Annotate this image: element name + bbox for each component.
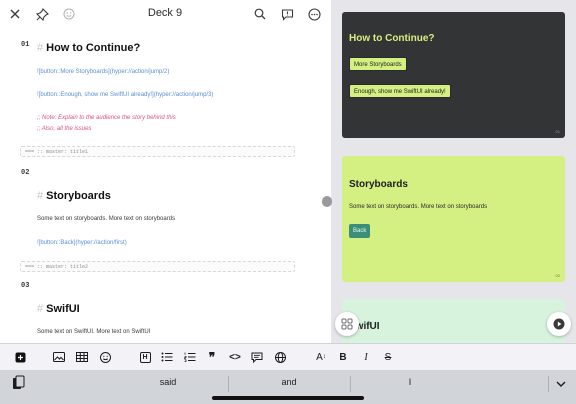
suggestion-separator bbox=[548, 376, 549, 392]
button-link[interactable]: ![button::Enough, show me SwiftUI alread… bbox=[37, 92, 213, 98]
slide-card-number: 01 bbox=[555, 129, 560, 134]
speech-bubble-icon[interactable] bbox=[278, 5, 296, 23]
heading-marker: # bbox=[37, 190, 44, 202]
more-storyboards-button[interactable]: More Storyboards bbox=[349, 57, 407, 71]
search-icon[interactable] bbox=[251, 5, 269, 23]
slide-card[interactable]: SwifUI bbox=[342, 299, 565, 343]
smiley-icon[interactable] bbox=[60, 5, 78, 23]
numbered-list-icon[interactable] bbox=[183, 350, 197, 364]
emoji-icon[interactable] bbox=[98, 350, 112, 364]
heading-glyph: H bbox=[139, 351, 151, 363]
slide-heading: # How to Continue? bbox=[37, 42, 140, 54]
master-directive: === :: master: title2 bbox=[20, 261, 295, 272]
slide-preview-pane: How to Continue? More Storyboards Enough… bbox=[341, 0, 576, 343]
split-drag-handle[interactable] bbox=[322, 196, 332, 207]
slide-heading-text: Storyboards bbox=[46, 190, 111, 202]
suggestion-item[interactable]: I bbox=[350, 377, 470, 391]
font-size-glyph: A bbox=[316, 351, 323, 363]
comment-icon[interactable] bbox=[250, 350, 264, 364]
pin-icon[interactable] bbox=[33, 5, 51, 23]
font-size-icon[interactable]: A ↕ bbox=[314, 350, 328, 364]
bullet-list-icon[interactable] bbox=[160, 350, 174, 364]
heading-marker: # bbox=[37, 42, 44, 54]
slide-heading-text: How to Continue? bbox=[46, 42, 141, 54]
back-button[interactable]: Back bbox=[349, 224, 371, 238]
heading-icon[interactable]: H bbox=[138, 350, 152, 364]
page-title: Deck 9 bbox=[147, 7, 183, 19]
master-directive: === :: master: title1 bbox=[20, 146, 295, 157]
slide-number: 01 bbox=[21, 41, 30, 49]
dismiss-keyboard-icon[interactable] bbox=[555, 377, 567, 389]
image-icon[interactable] bbox=[52, 350, 66, 364]
button-link[interactable]: ![button::Back](hyper://action/first) bbox=[37, 240, 127, 246]
button-link[interactable]: ![button::More Storyboards](hyper://acti… bbox=[37, 69, 169, 75]
globe-icon[interactable] bbox=[273, 350, 287, 364]
italic-icon[interactable]: I bbox=[359, 350, 373, 364]
suggestion-item[interactable]: and bbox=[229, 377, 349, 391]
heading-marker: # bbox=[37, 303, 44, 315]
paste-clipboard-icon[interactable] bbox=[12, 375, 26, 391]
code-icon[interactable]: <> bbox=[228, 350, 242, 364]
body-text: Some text on storyboards. More text on s… bbox=[37, 216, 176, 222]
slide-card-title: Storyboards bbox=[349, 179, 408, 190]
more-options-icon[interactable] bbox=[305, 5, 323, 23]
slide-heading: # SwifUI bbox=[37, 303, 80, 315]
play-icon[interactable] bbox=[547, 312, 571, 336]
comment-line: ;; Also, all the issues bbox=[37, 126, 92, 132]
slide-card[interactable]: How to Continue? More Storyboards Enough… bbox=[342, 12, 565, 138]
markdown-editor[interactable]: 01 # How to Continue? ![button::More Stor… bbox=[0, 28, 331, 343]
suggestion-item[interactable]: said bbox=[108, 377, 228, 391]
slide-number: 03 bbox=[21, 282, 30, 290]
top-bar: Deck 9 bbox=[0, 0, 331, 28]
home-indicator bbox=[212, 396, 364, 400]
close-icon[interactable] bbox=[6, 5, 24, 23]
split-divider[interactable] bbox=[331, 0, 341, 343]
slide-heading: # Storyboards bbox=[37, 190, 111, 202]
slide-number: 02 bbox=[21, 169, 30, 177]
slide-card[interactable]: Storyboards Some text on storyboards. Mo… bbox=[342, 156, 565, 282]
body-text: Some text on SwiftUI. More text on Swift… bbox=[37, 329, 151, 335]
table-icon[interactable] bbox=[75, 350, 89, 364]
strikethrough-icon[interactable]: S bbox=[381, 350, 395, 364]
add-icon[interactable] bbox=[13, 350, 27, 364]
slide-card-title: How to Continue? bbox=[349, 33, 435, 44]
formatting-toolbar: H ❞ <> A ↕ B I S bbox=[0, 343, 576, 370]
slide-heading-text: SwifUI bbox=[46, 303, 80, 315]
show-swiftui-button[interactable]: Enough, show me SwiftUI already! bbox=[349, 84, 451, 98]
font-size-arrows: ↕ bbox=[322, 354, 326, 360]
quote-icon[interactable]: ❞ bbox=[205, 350, 219, 364]
grid-view-icon[interactable] bbox=[335, 312, 359, 336]
slide-card-text: Some text on storyboards. More text on s… bbox=[349, 204, 488, 210]
slide-card-number: 02 bbox=[555, 273, 560, 278]
bold-icon[interactable]: B bbox=[336, 350, 350, 364]
comment-line: ;; Note: Explain to the audience the sto… bbox=[37, 115, 176, 121]
